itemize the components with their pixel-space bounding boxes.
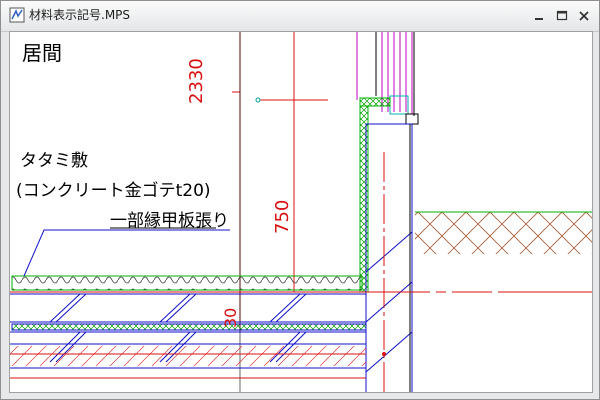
app-icon <box>9 7 25 23</box>
app-window: 材料表示記号.MPS 居間 タタミ敷 (コンクリート金ゴテt20) 一部縁甲板張… <box>0 0 600 400</box>
window-title: 材料表示記号.MPS <box>29 8 131 22</box>
note-line-2: (コンクリート金ゴテt20) <box>16 180 211 201</box>
ground-hatch <box>415 212 592 254</box>
dimension-2330: 2330 <box>186 58 207 104</box>
minimize-icon[interactable] <box>531 9 547 23</box>
note-line-1: タタミ敷 <box>20 151 88 171</box>
note-line-3: 一部縁甲板張り <box>110 211 229 231</box>
close-icon[interactable] <box>576 9 592 23</box>
drawing-canvas[interactable]: 居間 タタミ敷 (コンクリート金ゴテt20) 一部縁甲板張り 2330 750 … <box>9 31 593 393</box>
room-label: 居間 <box>22 41 62 65</box>
cad-drawing: 居間 タタミ敷 (コンクリート金ゴテt20) 一部縁甲板張り 2330 750 … <box>10 32 592 392</box>
title-bar[interactable]: 材料表示記号.MPS <box>1 1 599 32</box>
maximize-icon[interactable] <box>554 9 570 23</box>
dimension-30: 30 <box>221 308 240 328</box>
dimension-750: 750 <box>272 200 293 234</box>
